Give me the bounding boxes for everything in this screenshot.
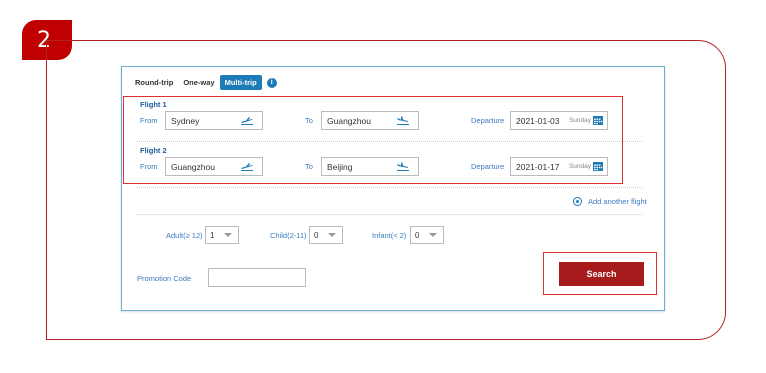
flight-1-title: Flight 1 <box>140 100 167 109</box>
add-another-flight-label: Add another flight <box>588 197 647 206</box>
tab-multi-trip[interactable]: Multi-trip <box>219 75 262 90</box>
caret-down-icon <box>429 233 437 237</box>
flight-1-to-value: Guangzhou <box>327 115 371 126</box>
flight-2-to-label: To <box>305 162 313 171</box>
calendar-icon[interactable] <box>593 116 603 125</box>
info-icon[interactable]: i <box>266 77 277 88</box>
caret-down-icon <box>328 233 336 237</box>
flight-1-from-field[interactable]: Sydney <box>165 111 263 130</box>
child-label: Child(2-11) <box>270 231 307 240</box>
section-divider <box>137 214 642 215</box>
flight-2-departure-label: Departure <box>471 162 505 171</box>
caret-down-icon <box>224 233 232 237</box>
flight-2-departure-date: 2021-01-17 <box>516 161 560 172</box>
landing-icon <box>396 162 412 172</box>
flight-1-departure-day: Sunday <box>568 117 591 124</box>
infant-label: Infant(< 2) <box>372 231 407 240</box>
child-value: 0 <box>314 230 319 240</box>
flight-1-from-value: Sydney <box>171 115 200 126</box>
adult-value: 1 <box>210 230 215 240</box>
tab-one-way[interactable]: One-way <box>178 75 219 90</box>
flight-1-departure-field[interactable]: 2021-01-03 Sunday <box>510 111 608 130</box>
flight-2-to-value: Beijing <box>327 161 353 172</box>
landing-icon <box>396 116 412 126</box>
promotion-code-input[interactable] <box>208 268 306 287</box>
add-another-flight-link[interactable]: Add another flight <box>573 197 647 206</box>
flight-1-departure-date: 2021-01-03 <box>516 115 560 126</box>
flight-divider <box>137 141 642 142</box>
flight-2-departure-day: Sunday <box>568 163 591 170</box>
search-button[interactable]: Search <box>559 262 644 286</box>
flight-2-from-label: From <box>140 162 158 171</box>
flight-divider <box>137 187 642 188</box>
takeoff-icon <box>240 162 256 172</box>
flight-1-to-label: To <box>305 116 313 125</box>
flight-2-departure-field[interactable]: 2021-01-17 Sunday <box>510 157 608 176</box>
adult-select[interactable]: 1 <box>205 226 239 244</box>
flight-1-to-field[interactable]: Guangzhou <box>321 111 419 130</box>
infant-select[interactable]: 0 <box>410 226 444 244</box>
flight-1-from-label: From <box>140 116 158 125</box>
flight-2-title: Flight 2 <box>140 146 167 155</box>
flight-2-to-field[interactable]: Beijing <box>321 157 419 176</box>
trip-type-tabs: Round-trip One-way Multi-trip i <box>130 75 277 90</box>
adult-label: Adult(≥ 12) <box>166 231 203 240</box>
flight-1-departure-label: Departure <box>471 116 505 125</box>
calendar-icon[interactable] <box>593 162 603 171</box>
promotion-code-label: Promotion Code <box>137 274 192 283</box>
infant-value: 0 <box>415 230 420 240</box>
radio-icon <box>573 197 582 206</box>
flight-2-from-value: Guangzhou <box>171 161 215 172</box>
child-select[interactable]: 0 <box>309 226 343 244</box>
tab-round-trip[interactable]: Round-trip <box>130 75 178 90</box>
flight-2-from-field[interactable]: Guangzhou <box>165 157 263 176</box>
takeoff-icon <box>240 116 256 126</box>
